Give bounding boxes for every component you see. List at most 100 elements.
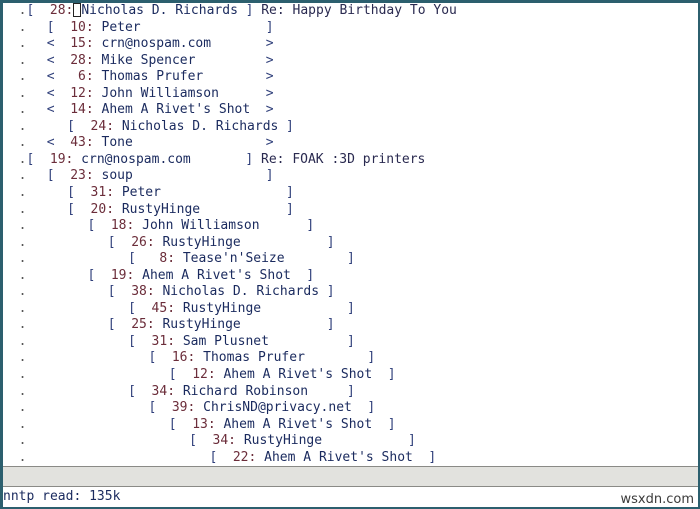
summary-line[interactable]: . [13: Ahem A Rivet's Shot] — [3, 417, 698, 434]
mode-line[interactable]: U:--@u.r.sheds[0]{306 more}Top(1,9)(Summ… — [3, 466, 698, 487]
summary-line-open-bracket: [ — [46, 168, 55, 184]
summary-line-colon: : — [207, 367, 216, 383]
echo-area: nntp read: 135k — [3, 488, 698, 507]
summary-line-close-bracket: ] — [306, 267, 315, 283]
summary-line-colon: : — [85, 69, 94, 85]
summary-line[interactable]: . [31: Sam Plusnet] — [3, 334, 698, 351]
summary-line-open-bracket: [ — [87, 218, 96, 234]
summary-line[interactable]: .[19: crn@nospam.com] Re: FOAK :3D printer… — [3, 152, 698, 169]
summary-line[interactable]: . [26: RustyHinge] — [3, 235, 698, 252]
summary-line-author: Nicholas D. Richards — [81, 3, 238, 18]
summary-line-close-bracket: ] — [347, 383, 355, 399]
summary-line-colon: : — [85, 36, 94, 52]
summary-line-open-bracket: < — [46, 36, 55, 52]
summary-line[interactable]: . [23: soup] — [3, 168, 698, 185]
summary-line-author: Nicholas D. Richards — [162, 284, 320, 300]
summary-line-author: Peter — [101, 19, 141, 35]
watermark: wsxdn.com — [620, 492, 695, 507]
summary-line-number: 18 — [110, 218, 127, 234]
summary-line[interactable]: . [34: RustyHinge] — [3, 433, 698, 450]
summary-line-number: 26 — [131, 234, 147, 250]
summary-line-close-bracket: ] — [326, 284, 335, 300]
summary-line-colon: : — [65, 151, 74, 167]
summary-line-author: RustyHinge — [243, 433, 323, 449]
summary-line-close-bracket: > — [265, 36, 274, 52]
summary-line-open-bracket: [ — [168, 367, 177, 383]
summary-line-close-bracket: ] — [286, 118, 294, 134]
summary-line-mark: . — [18, 416, 27, 432]
summary-line[interactable]: . [16: Thomas Prufer] — [3, 350, 698, 367]
summary-line-open-bracket: [ — [67, 185, 75, 201]
summary-line-mark: . — [18, 201, 27, 217]
summary-line[interactable]: . [25: RustyHinge] — [3, 317, 698, 334]
summary-line-mark: . — [18, 151, 27, 167]
summary-line-number: 24 — [90, 118, 107, 134]
summary-line-author: RustyHinge — [162, 234, 241, 250]
summary-line-mark: . — [18, 267, 27, 283]
summary-line-open-bracket: [ — [168, 416, 177, 432]
summary-line[interactable]: . [10: Peter] — [3, 20, 698, 37]
summary-line-mark: . — [18, 3, 27, 18]
summary-line-mark: . — [18, 185, 27, 201]
summary-line[interactable]: . <43: Tone > — [3, 135, 698, 152]
emacs-frame: .[28: Nicholas D. Richards] Re: Happy Birt… — [0, 0, 700, 509]
summary-line-number: 25 — [131, 317, 147, 333]
summary-line-mark: . — [18, 69, 27, 85]
summary-line-open-bracket: < — [46, 69, 55, 85]
summary-line-open-bracket: [ — [67, 201, 75, 217]
summary-line-colon: : — [167, 333, 176, 349]
summary-line-colon: : — [126, 267, 135, 283]
summary-line[interactable]: . [19: Ahem A Rivet's Shot] — [3, 268, 698, 285]
summary-line-author: John Williamson — [142, 218, 260, 234]
gnus-summary-buffer[interactable]: .[28: Nicholas D. Richards] Re: Happy Birt… — [3, 3, 698, 465]
summary-line-open-bracket: [ — [26, 151, 35, 167]
summary-line-open-bracket: < — [46, 85, 55, 101]
summary-line-close-bracket: > — [265, 52, 274, 68]
summary-line-number: 15 — [70, 36, 86, 52]
summary-line-mark: . — [18, 102, 27, 118]
summary-line-author: Thomas Prufer — [203, 350, 305, 366]
summary-line-close-bracket: ] — [286, 185, 294, 201]
summary-line-colon: : — [187, 350, 196, 366]
summary-line[interactable]: . [20: RustyHinge] — [3, 202, 698, 219]
summary-line[interactable]: . [39: ChrisND@privacy.net] — [3, 400, 698, 417]
summary-line[interactable]: .[28: Nicholas D. Richards] Re: Happy Birt… — [3, 3, 698, 20]
summary-line[interactable]: . <14: Ahem A Rivet's Shot > — [3, 102, 698, 119]
summary-line-number: 13 — [192, 416, 208, 432]
summary-line-close-bracket: ] — [286, 201, 294, 217]
summary-line-author: crn@nospam.com — [81, 151, 191, 167]
summary-line-colon: : — [85, 135, 94, 151]
summary-line-close-bracket: ] — [408, 433, 416, 449]
summary-line[interactable]: . [22: Ahem A Rivet's Shot] — [3, 450, 698, 465]
summary-line[interactable]: . [18: John Williamson] — [3, 218, 698, 235]
summary-line[interactable]: . <6: Thomas Prufer > — [3, 69, 698, 86]
summary-line-author: John Williamson — [101, 85, 219, 101]
summary-line[interactable]: . <28: Mike Spencer > — [3, 53, 698, 70]
summary-line[interactable]: . [24: Nicholas D. Richards] — [3, 119, 698, 136]
summary-line[interactable]: . [12: Ahem A Rivet's Shot] — [3, 367, 698, 384]
summary-line-author: Ahem A Rivet's Shot — [101, 102, 251, 118]
summary-line-open-bracket: [ — [107, 284, 116, 300]
summary-line-open-bracket: [ — [107, 234, 116, 250]
summary-line[interactable]: . <15: crn@nospam.com > — [3, 36, 698, 53]
summary-line-colon: : — [106, 201, 115, 217]
summary-line-author: Mike Spencer — [101, 52, 196, 68]
summary-line[interactable]: . [8: Tease'n'Seize] — [3, 251, 698, 268]
summary-line[interactable]: . [38: Nicholas D. Richards] — [3, 284, 698, 301]
summary-line-number: 34 — [212, 433, 229, 449]
summary-line[interactable]: . [31: Peter] — [3, 185, 698, 202]
summary-line-author: RustyHinge — [121, 201, 201, 217]
summary-line[interactable]: . [45: RustyHinge] — [3, 301, 698, 318]
summary-line-author: Tease'n'Seize — [182, 251, 285, 267]
summary-line-number: 12 — [70, 85, 86, 101]
summary-line-number: 45 — [151, 300, 168, 316]
summary-line-number: 6 — [78, 69, 86, 85]
summary-line[interactable]: . [34: Richard Robinson] — [3, 384, 698, 401]
summary-line-close-bracket: ] — [387, 367, 396, 383]
summary-line[interactable]: . <12: John Williamson > — [3, 86, 698, 103]
summary-line-open-bracket: [ — [46, 19, 55, 35]
summary-line-close-bracket: ] — [347, 333, 355, 349]
summary-line-number: 20 — [90, 201, 107, 217]
summary-line-colon: : — [85, 85, 94, 101]
summary-line-close-bracket: ] — [387, 416, 396, 432]
